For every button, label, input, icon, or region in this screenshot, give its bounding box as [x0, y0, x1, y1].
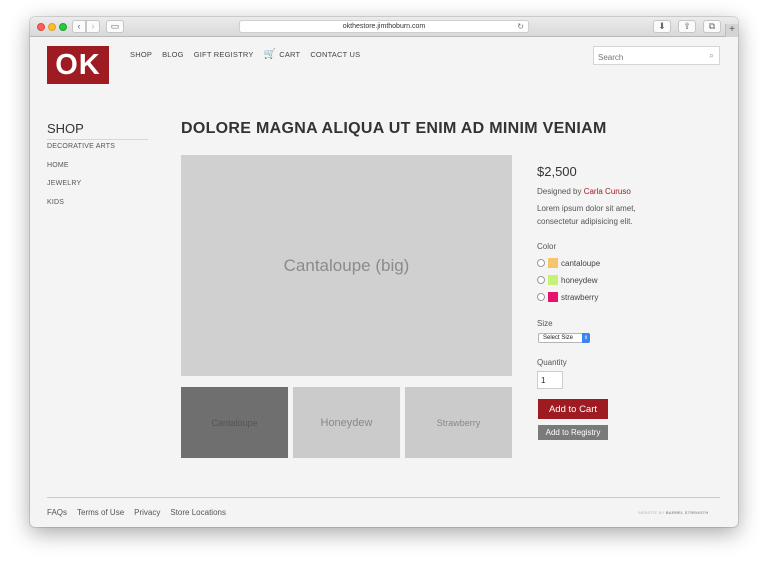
search-box: ⌕: [593, 46, 720, 66]
color-swatch-cantaloupe: [548, 258, 558, 268]
size-select[interactable]: Select Size ⇕: [538, 333, 590, 343]
address-bar[interactable]: okthestore.jimthoburn.com ↻: [239, 20, 529, 33]
product-price: $2,500: [537, 164, 577, 179]
add-to-registry-button[interactable]: Add to Registry: [538, 425, 608, 440]
footer-link-terms[interactable]: Terms of Use: [77, 508, 124, 517]
footer-link-store-locations[interactable]: Store Locations: [170, 508, 226, 517]
cart-icon: 🛒: [263, 48, 277, 60]
color-radio-strawberry[interactable]: [537, 293, 545, 301]
sidebar-title: SHOP: [47, 121, 148, 140]
url-text: okthestore.jimthoburn.com: [342, 23, 426, 30]
color-label-strawberry: strawberry: [561, 292, 599, 302]
main-image-label: Cantaloupe (big): [283, 255, 410, 275]
select-arrows-icon: ⇕: [582, 333, 590, 343]
share-icon[interactable]: ⇪: [678, 20, 696, 33]
tabs-icon[interactable]: ⧉: [703, 20, 721, 33]
minimize-window-button[interactable]: [48, 23, 56, 31]
download-icon[interactable]: ⬇: [653, 20, 671, 33]
footer-link-privacy[interactable]: Privacy: [134, 508, 160, 517]
designer-link[interactable]: Carla Curuso: [584, 187, 631, 196]
product-title: DOLORE MAGNA ALIQUA UT ENIM AD MINIM VEN…: [181, 120, 607, 137]
quantity-input[interactable]: [537, 371, 563, 389]
nav-cart-label: CART: [279, 50, 301, 59]
color-option-cantaloupe[interactable]: cantaloupe: [537, 258, 600, 268]
close-window-button[interactable]: [37, 23, 45, 31]
back-icon[interactable]: ‹: [72, 20, 86, 33]
size-label: Size: [537, 319, 553, 328]
credit-prefix: WEBSITE BY: [638, 510, 666, 515]
product-description: Lorem ipsum dolor sit amet, consectetur …: [537, 204, 636, 226]
color-option-strawberry[interactable]: strawberry: [537, 292, 598, 302]
nav-gift-registry[interactable]: GIFT REGISTRY: [194, 50, 254, 59]
product-main-image: Cantaloupe (big): [181, 155, 512, 376]
color-radio-honeydew[interactable]: [537, 276, 545, 284]
sidebar-item-jewelry[interactable]: JEWELRY: [47, 180, 115, 199]
color-label-cantaloupe: cantaloupe: [561, 258, 601, 268]
browser-toolbar: ‹ › ▭ okthestore.jimthoburn.com ↻ ⬇ ⇪ ⧉: [30, 17, 738, 37]
main-nav: SHOP BLOG GIFT REGISTRY 🛒 CART CONTACT U…: [130, 48, 360, 60]
nav-contact-us[interactable]: CONTACT US: [310, 50, 360, 59]
web-page: OK SHOP BLOG GIFT REGISTRY 🛒 CART CONTAC…: [30, 38, 738, 527]
footer-links: FAQs Terms of Use Privacy Store Location…: [47, 508, 226, 517]
thumbnail-cantaloupe[interactable]: Cantaloupe: [181, 387, 288, 458]
thumbnail-label: Cantaloupe: [211, 417, 258, 428]
nav-cart[interactable]: 🛒 CART: [263, 48, 301, 60]
nav-blog[interactable]: BLOG: [162, 50, 184, 59]
thumbnail-honeydew[interactable]: Honeydew: [293, 387, 400, 458]
site-credit[interactable]: WEBSITE BY BARREL STRENGTH: [638, 510, 708, 515]
browser-window: ‹ › ▭ okthestore.jimthoburn.com ↻ ⬇ ⇪ ⧉ …: [30, 17, 738, 527]
footer-link-faqs[interactable]: FAQs: [47, 508, 67, 517]
search-input[interactable]: [594, 49, 699, 66]
designer-line: Designed by Carla Curuso: [537, 187, 631, 196]
footer-divider: [47, 497, 720, 498]
color-label: Color: [537, 242, 557, 251]
sidebar-item-decorative-arts[interactable]: DECORATIVE ARTS: [47, 143, 115, 162]
sidebar-item-home[interactable]: HOME: [47, 162, 115, 181]
reload-icon[interactable]: ↻: [517, 21, 524, 33]
add-to-cart-button[interactable]: Add to Cart: [538, 399, 608, 419]
color-radio-cantaloupe[interactable]: [537, 259, 545, 267]
color-swatch-strawberry: [548, 292, 558, 302]
store-logo[interactable]: OK: [47, 46, 109, 84]
thumbnail-label: Honeydew: [320, 416, 373, 429]
maximize-window-button[interactable]: [59, 23, 67, 31]
sidebar-toggle-icon[interactable]: ▭: [106, 20, 124, 33]
new-tab-icon[interactable]: +: [725, 24, 738, 37]
sidebar-categories: DECORATIVE ARTS HOME JEWELRY KIDS: [47, 143, 115, 217]
search-icon[interactable]: ⌕: [709, 50, 714, 61]
credit-name: BARREL STRENGTH: [665, 510, 709, 515]
size-select-value: Select Size: [543, 335, 574, 341]
thumbnail-strawberry[interactable]: Strawberry: [405, 387, 512, 458]
designed-by-label: Designed by: [537, 187, 584, 196]
color-swatch-honeydew: [548, 275, 558, 285]
forward-icon[interactable]: ›: [86, 20, 100, 33]
sidebar-item-kids[interactable]: KIDS: [47, 199, 115, 218]
color-label-honeydew: honeydew: [561, 275, 598, 285]
thumbnail-label: Strawberry: [436, 417, 481, 428]
color-option-honeydew[interactable]: honeydew: [537, 275, 597, 285]
quantity-label: Quantity: [537, 358, 567, 367]
nav-shop[interactable]: SHOP: [130, 50, 152, 59]
